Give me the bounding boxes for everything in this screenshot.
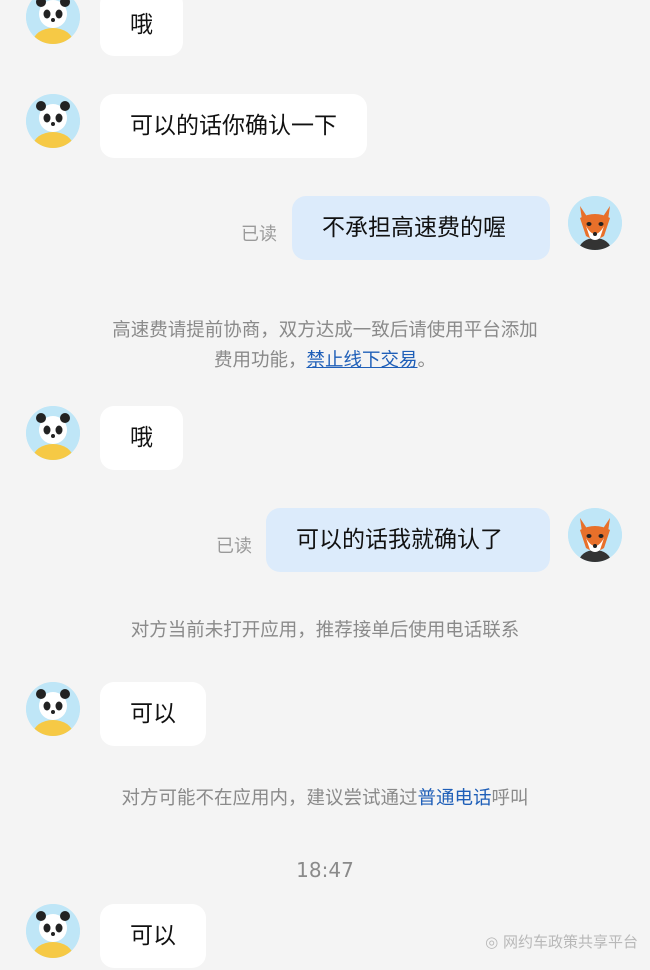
- fox-avatar-icon[interactable]: [568, 508, 622, 562]
- message-row-incoming: 哦: [0, 0, 650, 60]
- notice-text: 费用功能，: [213, 350, 307, 371]
- panda-avatar-icon[interactable]: [26, 904, 80, 958]
- message-row-outgoing: 已读 不承担高速费的喔: [0, 196, 650, 262]
- read-status: 已读: [241, 224, 277, 245]
- watermark: ◎ 网约车政策共享平台: [485, 931, 638, 952]
- notice-line: 高速费请提前协商，双方达成一致后请使用平台添加: [112, 320, 538, 341]
- system-notice: 对方可能不在应用内，建议尝试通过普通电话呼叫: [40, 784, 610, 814]
- notice-text: 呼叫: [491, 788, 529, 809]
- message-bubble[interactable]: 可以的话我就确认了: [266, 508, 550, 572]
- panda-avatar-icon[interactable]: [26, 406, 80, 460]
- notice-line: 费用功能，禁止线下交易。: [40, 346, 610, 376]
- panda-avatar-icon[interactable]: [26, 0, 80, 44]
- panda-avatar-icon[interactable]: [26, 682, 80, 736]
- notice-text: 对方可能不在应用内，建议尝试通过: [121, 788, 418, 809]
- read-status: 已读: [216, 536, 252, 557]
- message-bubble[interactable]: 可以: [100, 682, 206, 746]
- watermark-logo-icon: ◎: [485, 933, 499, 951]
- message-bubble[interactable]: 哦: [100, 406, 183, 470]
- message-bubble[interactable]: 可以: [100, 904, 206, 968]
- notice-text: 。: [417, 350, 437, 371]
- message-row-incoming: 哦: [0, 406, 650, 472]
- message-bubble[interactable]: 可以的话你确认一下: [100, 94, 367, 158]
- system-notice: 对方当前未打开应用，推荐接单后使用电话联系: [130, 620, 520, 641]
- fox-avatar-icon[interactable]: [568, 196, 622, 250]
- phone-call-link[interactable]: 普通电话: [417, 788, 491, 809]
- timestamp: 18:47: [296, 858, 354, 882]
- message-bubble[interactable]: 哦: [100, 0, 183, 56]
- message-row-outgoing: 已读 可以的话我就确认了: [0, 508, 650, 574]
- message-row-incoming: 可以的话你确认一下: [0, 94, 650, 160]
- offline-trade-link[interactable]: 禁止线下交易: [306, 350, 417, 371]
- message-bubble[interactable]: 不承担高速费的喔: [292, 196, 550, 260]
- system-notice: 高速费请提前协商，双方达成一致后请使用平台添加 费用功能，禁止线下交易。: [40, 316, 610, 376]
- watermark-text: 网约车政策共享平台: [502, 933, 638, 951]
- panda-avatar-icon[interactable]: [26, 94, 80, 148]
- message-row-incoming: 可以: [0, 682, 650, 748]
